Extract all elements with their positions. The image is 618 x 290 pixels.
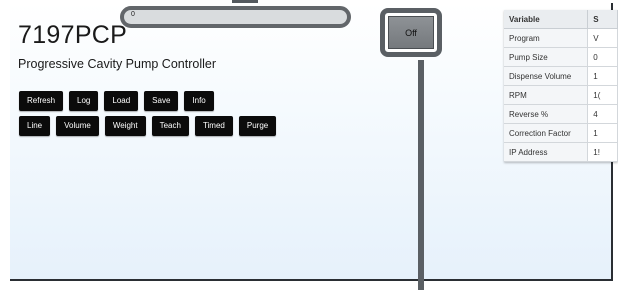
refresh-button[interactable]: Refresh [19, 91, 64, 111]
table-row: Reverse % 4 [504, 104, 618, 124]
button-row-primary: Refresh Log Load Save Info [19, 91, 214, 111]
variables-table: Variable S Program V Pump Size 0 Dispens… [504, 10, 618, 162]
info-button[interactable]: Info [184, 91, 214, 111]
variable-name: Dispense Volume [504, 66, 589, 86]
purge-button[interactable]: Purge [238, 116, 277, 136]
table-row: Correction Factor 1 [504, 123, 618, 143]
table-row: Dispense Volume 1 [504, 66, 618, 86]
progress-value: 0 [131, 11, 135, 18]
variable-value: 1! [587, 142, 618, 162]
variable-name: IP Address [504, 142, 589, 162]
power-off-button[interactable]: Off [388, 16, 434, 49]
variable-value: 1( [587, 85, 618, 105]
log-button[interactable]: Log [69, 91, 99, 111]
teach-mode-button[interactable]: Teach [151, 116, 189, 136]
variable-name: Pump Size [504, 47, 589, 67]
progress-bar: 0 [120, 6, 351, 28]
variable-name: Correction Factor [504, 123, 589, 143]
save-button[interactable]: Save [144, 91, 179, 111]
weight-mode-button[interactable]: Weight [104, 116, 146, 136]
table-row: Program V [504, 28, 618, 48]
line-mode-button[interactable]: Line [19, 116, 51, 136]
variable-value: 4 [587, 104, 618, 124]
callout-line [418, 60, 424, 290]
variable-value: 0 [587, 47, 618, 67]
timed-mode-button[interactable]: Timed [194, 116, 233, 136]
device-subtitle: Progressive Cavity Pump Controller [18, 57, 216, 71]
device-name: 7197PCP [18, 21, 128, 49]
column-header-variable[interactable]: Variable [504, 10, 589, 29]
variable-name: RPM [504, 85, 589, 105]
table-row: RPM 1( [504, 85, 618, 105]
variable-name: Program [504, 28, 589, 48]
screen: 7197PCP Progressive Cavity Pump Controll… [0, 0, 618, 290]
button-row-modes: Line Volume Weight Teach Timed Purge [19, 116, 277, 136]
variable-value: 1 [587, 66, 618, 86]
table-row: IP Address 1! [504, 142, 618, 162]
variable-value: 1 [587, 123, 618, 143]
table-header-row: Variable S [504, 10, 618, 29]
variable-name: Reverse % [504, 104, 589, 124]
variable-value: V [587, 28, 618, 48]
volume-mode-button[interactable]: Volume [56, 116, 99, 136]
load-button[interactable]: Load [104, 91, 139, 111]
column-header-setting[interactable]: S [587, 10, 618, 29]
power-button-highlight: Off [380, 8, 442, 57]
table-row: Pump Size 0 [504, 47, 618, 67]
